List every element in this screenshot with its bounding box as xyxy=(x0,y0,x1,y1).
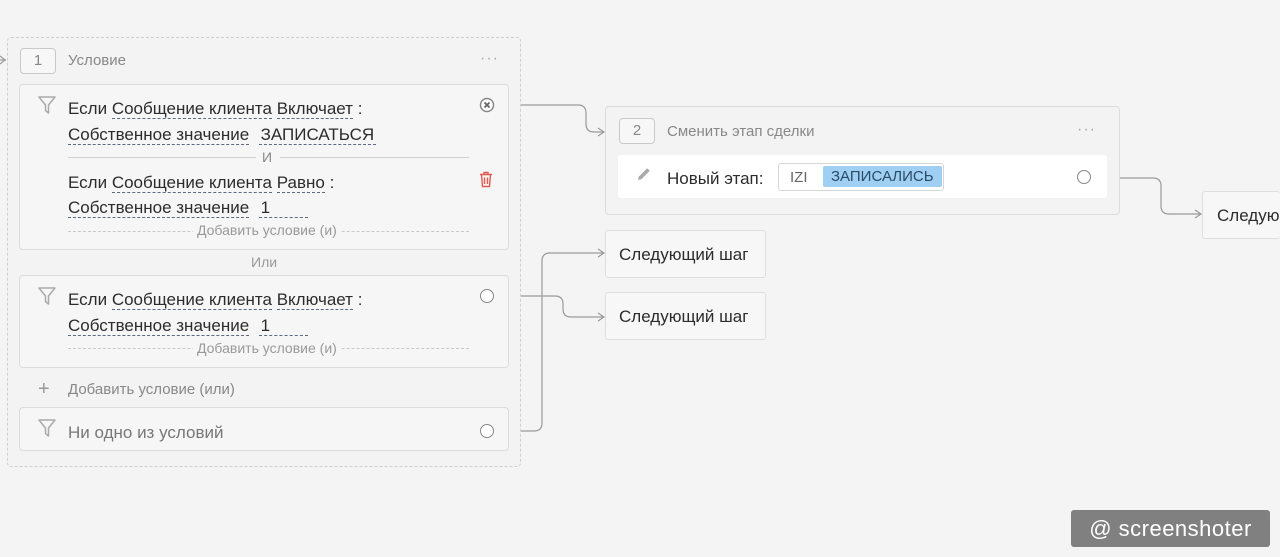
step-menu-button[interactable]: ··· xyxy=(1077,121,1096,139)
next-step-node[interactable]: Следующий шаг xyxy=(605,230,766,278)
operator-select[interactable]: Включает xyxy=(276,290,353,310)
new-stage-label: Новый этап: xyxy=(667,169,764,188)
add-and-condition-link[interactable]: Добавить условие (и) xyxy=(193,340,341,356)
value-type-select[interactable]: Собственное значение xyxy=(68,198,250,218)
field-select[interactable]: Сообщение клиента xyxy=(111,290,272,310)
next-step-label: Следую xyxy=(1217,206,1280,225)
condition-value-line: Собственное значение ЗАПИСАТЬСЯ xyxy=(68,125,377,145)
field-select[interactable]: Сообщение клиента xyxy=(111,173,272,193)
and-label: И xyxy=(262,149,273,165)
output-port[interactable] xyxy=(480,424,494,438)
step-menu-button[interactable]: ··· xyxy=(480,50,499,68)
operator-select[interactable]: Включает xyxy=(276,99,353,119)
pencil-icon[interactable] xyxy=(636,166,652,182)
condition-value-line: Собственное значение 1 xyxy=(68,198,309,218)
or-label: Или xyxy=(251,254,278,270)
if-label: Если xyxy=(68,173,108,192)
else-label: Ни одно из условий xyxy=(68,423,224,442)
value-input[interactable]: 1 xyxy=(258,198,309,218)
plus-icon[interactable]: + xyxy=(38,378,50,401)
next-step-label: Следующий шаг xyxy=(619,307,749,326)
divider xyxy=(68,157,256,158)
colon: : xyxy=(329,173,335,192)
value-type-select[interactable]: Собственное значение xyxy=(68,316,250,336)
value-input[interactable]: 1 xyxy=(258,316,309,336)
stage-tag: ЗАПИСАЛИСЬ xyxy=(823,166,942,187)
next-step-node[interactable]: Следующий шаг xyxy=(605,292,766,340)
value-input[interactable]: ЗАПИСАТЬСЯ xyxy=(258,125,377,145)
colon: : xyxy=(357,99,363,118)
condition-line: Если Сообщение клиента Включает : xyxy=(68,290,362,310)
colon: : xyxy=(357,290,363,309)
value-type-select[interactable]: Собственное значение xyxy=(68,125,250,145)
add-and-condition-link[interactable]: Добавить условие (и) xyxy=(193,222,341,238)
filter-icon xyxy=(38,287,56,305)
delete-icon[interactable] xyxy=(479,171,493,188)
if-label: Если xyxy=(68,99,108,118)
screenshoter-watermark: @ screenshoter xyxy=(1071,510,1270,547)
filter-icon xyxy=(38,96,56,114)
output-port[interactable] xyxy=(480,289,494,303)
if-label: Если xyxy=(68,290,108,309)
add-or-condition-link[interactable]: Добавить условие (или) xyxy=(68,381,235,398)
field-select[interactable]: Сообщение клиента xyxy=(111,99,272,119)
filter-icon xyxy=(38,419,56,437)
step-title: Условие xyxy=(68,52,126,69)
output-port[interactable] xyxy=(1077,170,1091,184)
condition-value-line: Собственное значение 1 xyxy=(68,316,309,336)
remove-condition-icon[interactable] xyxy=(479,97,495,113)
condition-line: Если Сообщение клиента Равно : xyxy=(68,173,334,193)
operator-select[interactable]: Равно xyxy=(276,173,325,193)
next-step-label: Следующий шаг xyxy=(619,245,749,264)
step-title: Сменить этап сделки xyxy=(667,123,815,140)
divider xyxy=(280,157,469,158)
pipeline-name: IZI xyxy=(790,169,808,186)
step-number: 2 xyxy=(619,118,655,144)
next-step-node[interactable]: Следую xyxy=(1202,191,1280,239)
condition-line: Если Сообщение клиента Включает : xyxy=(68,99,362,119)
step-number: 1 xyxy=(20,48,56,74)
